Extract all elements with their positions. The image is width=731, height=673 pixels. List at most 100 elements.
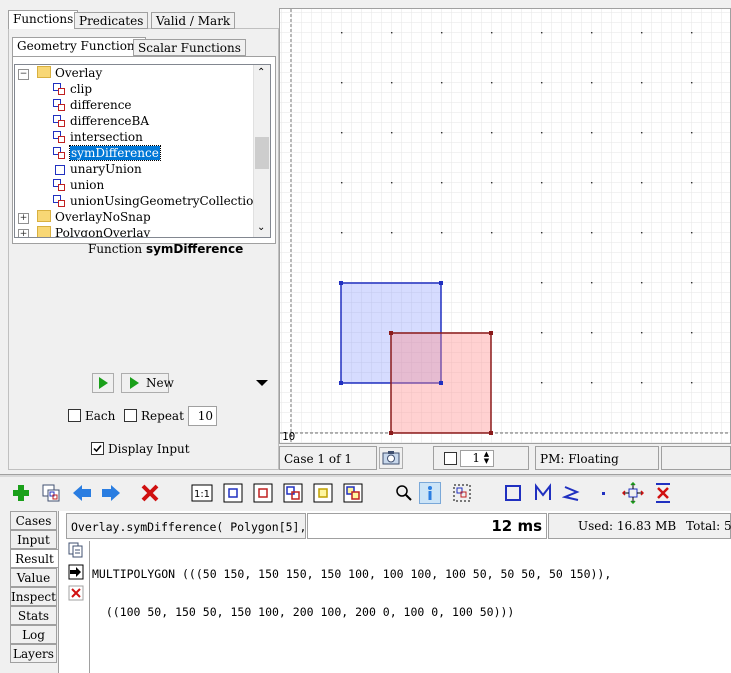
repeat-label: Repeat — [141, 409, 184, 423]
result-line: ((100 50, 150 50, 150 100, 200 100, 200 … — [92, 605, 515, 619]
collapse-icon[interactable]: − — [18, 69, 29, 80]
tree-item-label: differenceBA — [70, 114, 150, 128]
next-case-button[interactable] — [100, 482, 122, 504]
tab-valid-mark[interactable]: Valid / Mark — [151, 12, 236, 29]
delete-icon — [141, 484, 159, 502]
draw-linestring-button[interactable] — [532, 482, 554, 504]
info-tool-button[interactable] — [419, 482, 441, 504]
function-icon — [53, 179, 65, 191]
tab-functions[interactable]: Functions — [8, 10, 79, 29]
copy-result-button[interactable] — [66, 541, 86, 559]
side-tab-log[interactable]: Log — [10, 625, 57, 644]
side-tab-layers[interactable]: Layers — [10, 644, 57, 663]
tab-geometry-functions[interactable]: Geometry Functions — [12, 37, 146, 56]
copy-case-button[interactable] — [40, 482, 62, 504]
draw-point-button[interactable] — [592, 482, 614, 504]
each-label: Each — [85, 409, 116, 423]
tree-scrollbar[interactable]: ⌃ ⌄ — [253, 65, 270, 237]
function-icon — [53, 83, 65, 95]
run-new-button[interactable]: New — [121, 373, 174, 393]
tree-item-label: clip — [70, 82, 93, 96]
plus-icon — [13, 485, 29, 501]
vertex-edit-icon — [622, 482, 644, 504]
result-time: 12 ms — [307, 513, 547, 539]
scroll-down-icon[interactable]: ⌄ — [257, 222, 265, 233]
tab-predicates[interactable]: Predicates — [74, 12, 149, 29]
memory-total: Total: 5 — [686, 519, 731, 533]
extract-tool-button[interactable] — [451, 482, 473, 504]
checkbox-box[interactable] — [91, 442, 104, 455]
zoom-to-input-button[interactable] — [282, 482, 304, 504]
geometry-canvas[interactable]: 10 — [279, 8, 731, 444]
zoom-to-b-button[interactable] — [252, 482, 274, 504]
tree-item-difference[interactable]: difference — [53, 97, 132, 113]
spinner-checkbox[interactable] — [444, 452, 457, 465]
function-tree[interactable]: − Overlay clip difference differenceBA i… — [14, 64, 271, 238]
draw-line-button[interactable] — [561, 482, 583, 504]
zoom-to-full-button[interactable] — [342, 482, 364, 504]
tab-scalar-functions[interactable]: Scalar Functions — [133, 39, 246, 56]
tree-item-differenceba[interactable]: differenceBA — [53, 113, 149, 129]
prev-case-button[interactable] — [71, 482, 93, 504]
snapshot-button[interactable] — [379, 447, 403, 469]
edit-vertex-button[interactable] — [622, 482, 644, 504]
result-expression: Overlay.symDifference( Polygon[5],... — [66, 513, 306, 539]
tree-group-overlay[interactable]: Overlay — [37, 65, 102, 81]
expand-icon[interactable]: + — [18, 229, 29, 237]
repeat-count-input[interactable]: 10 — [188, 406, 217, 426]
tree-item-symdifference[interactable]: symDifference — [53, 145, 161, 161]
extract-icon — [453, 484, 471, 502]
result-line: MULTIPOLYGON (((50 150, 150 150, 150 100… — [92, 567, 612, 581]
scroll-up-icon[interactable]: ⌃ — [257, 67, 265, 78]
side-tab-result[interactable]: Result — [10, 549, 58, 568]
tree-item-intersection[interactable]: intersection — [53, 129, 143, 145]
expand-icon[interactable]: + — [18, 213, 29, 224]
one-to-one-icon: 1:1 — [191, 484, 213, 502]
side-tab-cases[interactable]: Cases — [10, 511, 57, 530]
side-tab-value[interactable]: Value — [10, 568, 57, 587]
function-prefix: Function — [88, 242, 143, 256]
display-input-checkbox[interactable]: Display Input — [91, 442, 190, 456]
clear-result-button[interactable] — [66, 584, 86, 602]
zoom-to-result-button[interactable] — [312, 482, 334, 504]
each-checkbox[interactable]: Each — [68, 409, 115, 423]
delete-vertex-button[interactable] — [652, 482, 674, 504]
arrow-right-icon — [102, 485, 120, 501]
split-divider[interactable] — [0, 474, 731, 477]
tree-group-label: PolygonOverlay — [55, 226, 151, 238]
scroll-thumb[interactable] — [255, 137, 269, 169]
zoom-1-1-button[interactable]: 1:1 — [191, 482, 213, 504]
play-icon — [130, 377, 139, 389]
side-tab-inspect[interactable]: Inspect — [10, 587, 57, 606]
svg-text:1:1: 1:1 — [194, 489, 210, 500]
result-to-input-button[interactable] — [66, 563, 86, 581]
tree-item-union[interactable]: union — [53, 177, 104, 193]
function-icon — [53, 195, 65, 207]
dropdown-arrow-icon[interactable] — [256, 380, 268, 386]
side-tab-input[interactable]: Input — [10, 530, 57, 549]
zoom-a-icon — [223, 483, 243, 503]
delete-case-button[interactable] — [139, 482, 161, 504]
zoom-tool-button[interactable] — [393, 482, 415, 504]
function-name: symDifference — [145, 242, 244, 256]
repeat-checkbox[interactable]: Repeat — [124, 409, 184, 423]
folder-icon — [37, 210, 51, 222]
tree-group-overlaynosnap[interactable]: OverlayNoSnap — [37, 209, 151, 225]
tree-group-polygonoverlay[interactable]: PolygonOverlay — [37, 225, 151, 238]
draw-polygon-button[interactable] — [502, 482, 524, 504]
magnifier-icon — [396, 485, 412, 501]
tree-item-clip[interactable]: clip — [53, 81, 92, 97]
checkbox-box[interactable] — [124, 409, 137, 422]
tree-item-unaryunion[interactable]: unaryUnion — [53, 161, 142, 177]
to-input-icon — [68, 564, 84, 580]
add-case-button[interactable] — [10, 482, 32, 504]
spinner-arrows-icon[interactable]: ▲ ▼ — [481, 451, 492, 466]
run-button[interactable] — [92, 373, 114, 393]
zoom-to-a-button[interactable] — [222, 482, 244, 504]
checkbox-box[interactable] — [68, 409, 81, 422]
result-wkt-text[interactable]: MULTIPOLYGON (((50 150, 150 150, 150 100… — [89, 541, 731, 673]
function-icon — [53, 147, 65, 159]
side-tab-stats[interactable]: Stats — [10, 606, 57, 625]
folder-icon — [37, 226, 51, 237]
tree-item-unionusinggeometrycollection[interactable]: unionUsingGeometryCollection — [53, 193, 261, 209]
